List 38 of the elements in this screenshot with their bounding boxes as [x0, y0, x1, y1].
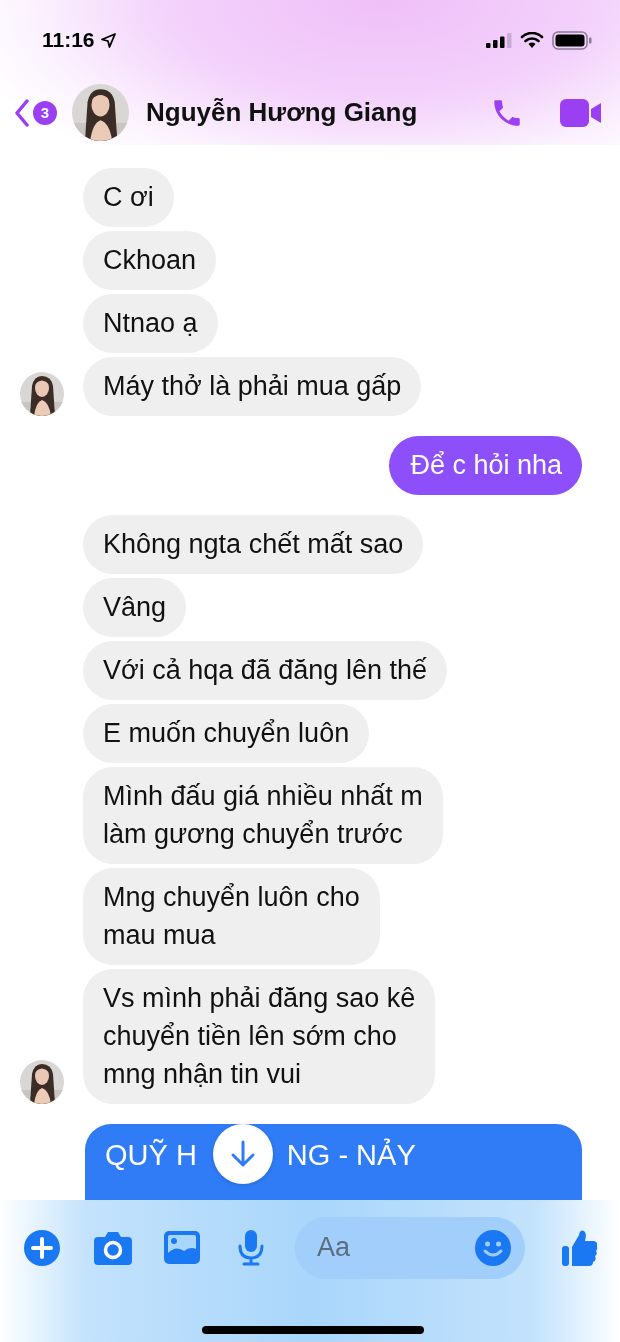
- message-bubble[interactable]: Mình đấu giá nhiều nhất m làm gương chuyển trước: [83, 767, 443, 864]
- message-text: NG - NẢY: [286, 1137, 416, 1173]
- wifi-icon: [520, 31, 544, 49]
- location-arrow-icon: [100, 32, 116, 48]
- image-icon: [164, 1231, 200, 1264]
- battery-icon: [552, 30, 592, 50]
- camera-button[interactable]: [94, 1230, 132, 1265]
- scroll-down-button[interactable]: [212, 1124, 273, 1184]
- message-bubble[interactable]: Với cả hqa đã đăng lên thế: [83, 641, 447, 700]
- message-bubble[interactable]: Để c hỏi nha: [389, 436, 582, 495]
- back-button[interactable]: 3: [14, 98, 57, 127]
- message-bubble[interactable]: QUỸ H NG - NẢY: [85, 1124, 582, 1200]
- signal-icon: [486, 32, 512, 48]
- camera-icon: [94, 1230, 132, 1265]
- microphone-icon: [237, 1229, 265, 1266]
- status-time: 11:16: [42, 28, 95, 52]
- contact-name[interactable]: Nguyễn Hương Giang: [146, 97, 490, 128]
- message-bubble[interactable]: Máy thở là phải mua gấp: [83, 357, 422, 416]
- video-camera-icon[interactable]: [560, 98, 602, 127]
- plus-icon: [24, 1229, 60, 1266]
- back-chevron-icon: [14, 98, 30, 127]
- photo-button[interactable]: [164, 1231, 200, 1264]
- message-bubble[interactable]: Mng chuyển luôn cho mau mua: [83, 868, 380, 965]
- down-arrow-icon: [229, 1140, 256, 1168]
- message-field[interactable]: Aa: [295, 1216, 525, 1279]
- message-bubble[interactable]: E muốn chuyển luôn: [83, 704, 370, 763]
- unread-count-badge: 3: [33, 100, 57, 125]
- add-button[interactable]: [24, 1229, 60, 1266]
- message-text: QUỸ H: [105, 1137, 197, 1173]
- message-bubble[interactable]: Ntnao ạ: [83, 294, 218, 353]
- message-bubble[interactable]: Vâng: [83, 578, 187, 637]
- message-bubble[interactable]: Không ngta chết mất sao: [83, 515, 424, 574]
- message-bubble[interactable]: Vs mình phải đăng sao kê chuyển tiền lên sớm cho mng nhận tin vui: [83, 969, 436, 1104]
- message-bubble[interactable]: Ckhoan: [83, 231, 217, 290]
- like-button[interactable]: [562, 1228, 598, 1267]
- message-bubble[interactable]: C ơi: [83, 168, 174, 227]
- microphone-button[interactable]: [237, 1229, 265, 1266]
- thumbs-up-icon: [562, 1228, 598, 1267]
